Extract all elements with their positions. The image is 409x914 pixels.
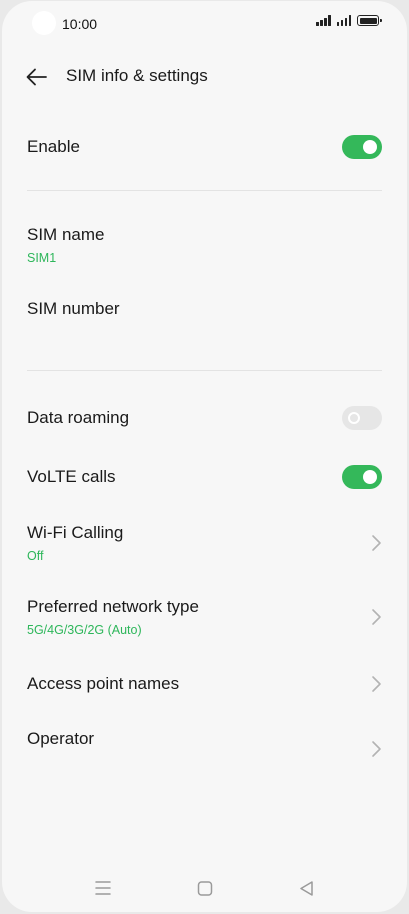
sim-number-label: SIM number — [27, 299, 120, 318]
data-roaming-row[interactable]: Data roaming — [27, 403, 382, 435]
wifi-calling-value: Off — [27, 549, 44, 563]
status-icons — [316, 15, 382, 26]
chevron-right-icon — [372, 741, 381, 757]
menu-icon[interactable] — [88, 873, 118, 903]
wifi-calling-label: Wi-Fi Calling — [27, 523, 124, 542]
status-time: 10:00 — [62, 16, 98, 32]
status-bar: 10:00 — [2, 1, 407, 45]
operator-label: Operator — [27, 729, 95, 748]
back-triangle-icon[interactable] — [292, 873, 322, 903]
volte-calls-label: VoLTE calls — [27, 467, 116, 486]
sim-name-row[interactable]: SIM name SIM1 — [27, 221, 382, 271]
divider — [27, 190, 382, 191]
signal-icon — [316, 15, 331, 26]
enable-row[interactable]: Enable — [27, 132, 382, 164]
phone-screen: 10:00 SIM info & settings Enable SIM nam… — [2, 1, 407, 912]
battery-icon — [357, 15, 382, 26]
preferred-network-row[interactable]: Preferred network type 5G/4G/3G/2G (Auto… — [27, 593, 382, 643]
operator-row[interactable]: Operator — [27, 726, 382, 770]
page-title: SIM info & settings — [66, 66, 208, 85]
volte-calls-row[interactable]: VoLTE calls — [27, 462, 382, 494]
wifi-calling-row[interactable]: Wi-Fi Calling Off — [27, 519, 382, 569]
sim-number-row[interactable]: SIM number — [27, 295, 382, 327]
sim-name-value: SIM1 — [27, 251, 57, 265]
enable-label: Enable — [27, 137, 80, 156]
chevron-right-icon — [372, 609, 381, 625]
home-square-icon[interactable] — [190, 873, 220, 903]
access-point-names-row[interactable]: Access point names — [27, 669, 382, 701]
front-camera — [32, 11, 56, 35]
enable-toggle[interactable] — [342, 135, 382, 159]
volte-calls-toggle[interactable] — [342, 465, 382, 489]
preferred-network-value: 5G/4G/3G/2G (Auto) — [27, 623, 142, 637]
chevron-right-icon — [372, 535, 381, 551]
navigation-bar — [2, 873, 407, 903]
signal-icon — [336, 15, 351, 26]
data-roaming-toggle[interactable] — [342, 406, 382, 430]
data-roaming-label: Data roaming — [27, 408, 130, 427]
chevron-right-icon — [372, 676, 381, 692]
access-point-names-label: Access point names — [27, 674, 180, 693]
preferred-network-label: Preferred network type — [27, 597, 199, 616]
divider — [27, 370, 382, 371]
back-arrow-icon[interactable] — [24, 64, 50, 90]
sim-name-label: SIM name — [27, 225, 105, 244]
